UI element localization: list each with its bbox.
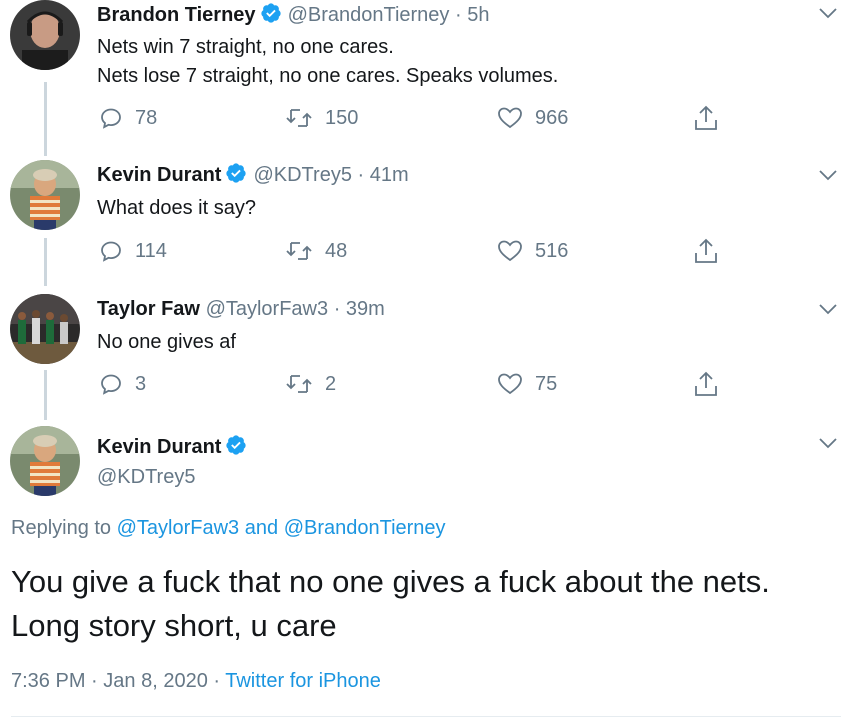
tweet-source-link[interactable]: Twitter for iPhone xyxy=(225,670,381,692)
replying-user-link[interactable]: @TaylorFaw3 xyxy=(117,517,240,539)
replying-to: Replying to @TaylorFaw3 and @BrandonTier… xyxy=(11,515,446,541)
avatar[interactable] xyxy=(10,426,80,496)
focused-tweet: Kevin Durant @KDTrey5 Replying to @Taylo… xyxy=(0,0,852,724)
main-tweet-text: You give a fuck that no one gives a fuck… xyxy=(11,564,770,643)
author-name-row: Kevin Durant xyxy=(97,434,253,463)
replying-prefix: Replying to xyxy=(11,517,112,539)
separator-dot: · xyxy=(91,670,98,692)
verified-badge-icon xyxy=(225,434,247,463)
tweet-date[interactable]: Jan 8, 2020 xyxy=(103,670,208,692)
separator-dot: · xyxy=(213,670,221,692)
author-handle[interactable]: @KDTrey5 xyxy=(97,464,195,490)
replying-and: and xyxy=(244,517,279,539)
replying-user-link[interactable]: @BrandonTierney xyxy=(284,517,446,539)
chevron-down-icon[interactable] xyxy=(818,436,838,450)
divider xyxy=(11,716,841,717)
author-name[interactable]: Kevin Durant xyxy=(97,436,221,458)
tweet-time[interactable]: 7:36 PM xyxy=(11,670,85,692)
tweet-meta: 7:36 PM · Jan 8, 2020 · Twitter for iPho… xyxy=(11,668,381,694)
